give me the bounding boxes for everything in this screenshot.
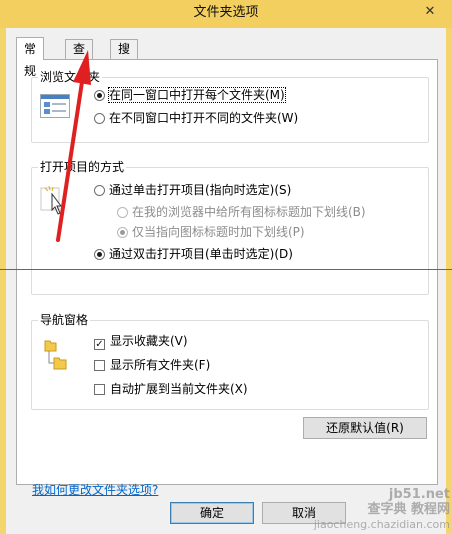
watermark-line2: 查字典 教程网 [367,502,450,517]
watermark-line3: jiaocheng.chazidian.com [313,518,450,531]
watermark: jb51.net 查字典 教程网 jiaocheng.chazidian.com [314,487,450,532]
tab-general[interactable]: 常规 [16,37,45,78]
watermark-line1: jb51.net [388,487,450,502]
annotation-arrow-icon [56,50,91,242]
